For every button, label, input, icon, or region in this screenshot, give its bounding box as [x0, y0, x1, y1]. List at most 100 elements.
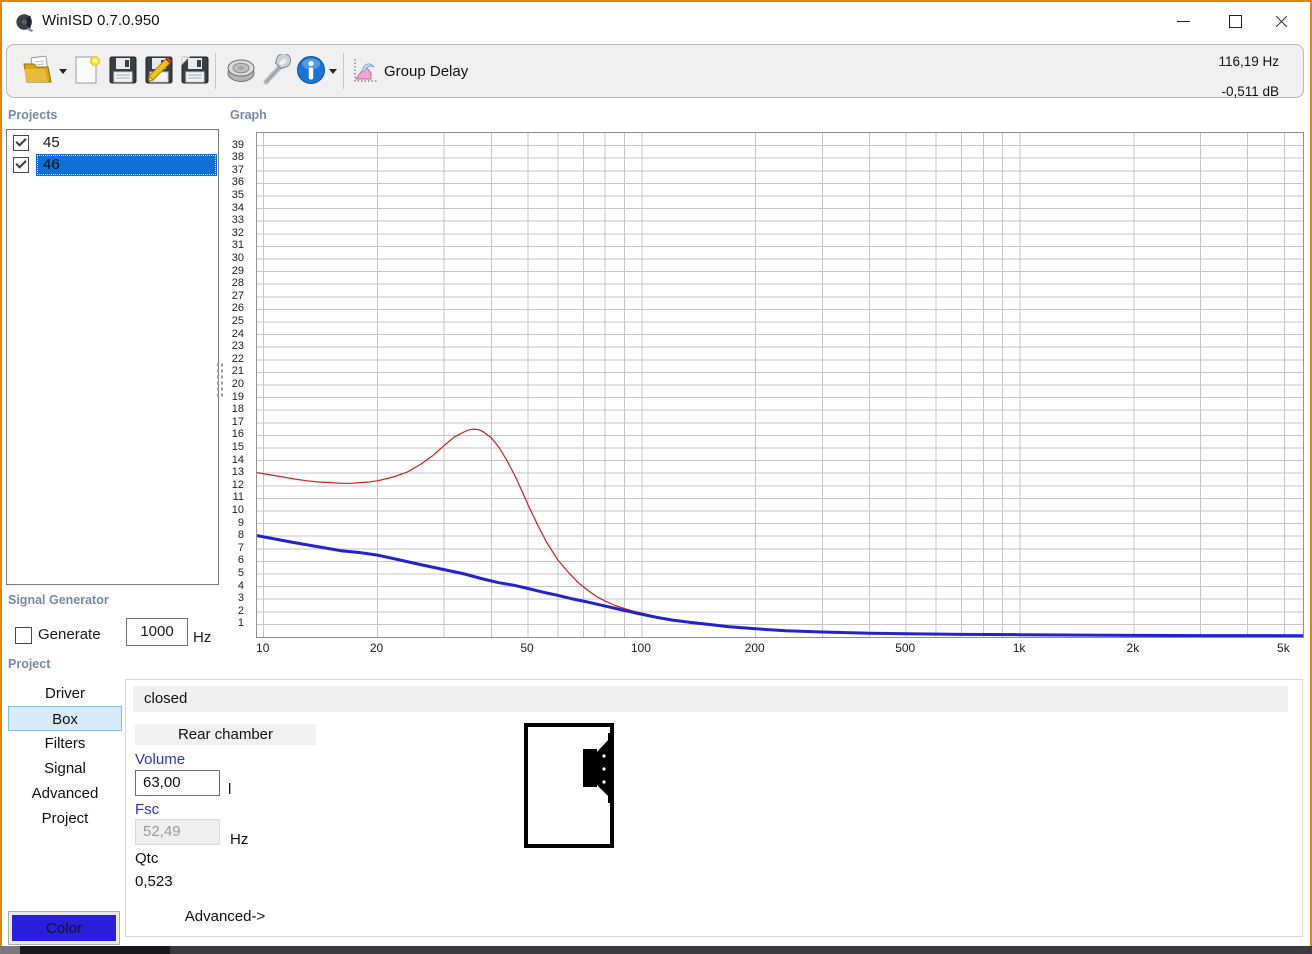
y-tick-label: 3	[237, 592, 244, 605]
save-icon[interactable]	[107, 54, 139, 86]
generate-checkbox[interactable]	[15, 627, 32, 644]
generator-frequency-input[interactable]: 1000	[126, 618, 188, 646]
x-tick-label: 100	[630, 641, 651, 655]
y-tick-label: 10	[231, 504, 244, 516]
x-tick-label: 50	[520, 641, 534, 655]
y-tick-label: 16	[231, 428, 244, 441]
group-delay-chart[interactable]	[256, 133, 1304, 638]
y-tick-label: 32	[231, 226, 244, 239]
x-tick-label: 5k	[1277, 641, 1290, 655]
edit-icon[interactable]	[143, 54, 175, 86]
open-dropdown-arrow[interactable]	[59, 69, 67, 74]
y-tick-label: 14	[231, 453, 244, 466]
generate-checkbox-label[interactable]: Generate	[38, 626, 101, 643]
box-type-header[interactable]: closed	[133, 686, 1288, 712]
x-axis-ticks: 10 20 50 100 200 500 1k 2k 5k	[256, 641, 1304, 659]
y-tick-label: 27	[231, 289, 244, 302]
y-tick-label: 17	[231, 415, 244, 428]
tab-box[interactable]: Box	[8, 706, 122, 731]
x-tick-label: 2k	[1126, 641, 1140, 655]
enclosure-diagram	[524, 723, 614, 848]
y-tick-label: 5	[237, 567, 244, 579]
fsc-unit: Hz	[230, 831, 249, 848]
tab-filters[interactable]: Filters	[8, 731, 122, 756]
close-button[interactable]	[1258, 2, 1304, 40]
driver-database-icon[interactable]	[225, 54, 257, 86]
project-list-item[interactable]: 45	[7, 132, 218, 154]
y-tick-label: 38	[231, 151, 244, 164]
tab-project[interactable]: Project	[8, 806, 122, 831]
box-tab-panel	[125, 679, 1303, 937]
x-tick-label: 10	[256, 641, 270, 655]
tab-signal[interactable]: Signal	[8, 756, 122, 781]
graph-section-label: Graph	[230, 108, 267, 122]
window-title: WinISD 0.7.0.950	[42, 12, 160, 29]
project-list-item[interactable]: 46	[7, 154, 218, 176]
y-tick-label: 2	[237, 604, 244, 617]
y-tick-label: 11	[232, 491, 244, 504]
info-dropdown-arrow[interactable]	[329, 69, 337, 74]
volume-unit: l	[228, 781, 232, 798]
project-item-label[interactable]: 46	[36, 154, 217, 176]
y-tick-label: 7	[237, 541, 244, 554]
open-project-icon[interactable]	[21, 54, 53, 86]
y-tick-label: 35	[231, 189, 244, 201]
y-tick-label: 30	[231, 252, 244, 264]
y-tick-label: 33	[231, 214, 244, 227]
about-info-icon[interactable]	[295, 54, 327, 86]
project-checkbox[interactable]	[13, 135, 29, 151]
y-tick-label: 15	[231, 441, 244, 453]
toolbar-separator	[215, 53, 216, 89]
y-tick-label: 29	[231, 264, 244, 277]
tab-advanced[interactable]: Advanced	[8, 781, 122, 806]
y-tick-label: 21	[231, 365, 244, 378]
project-item-label[interactable]: 45	[36, 132, 217, 154]
volume-input[interactable]: 63,00	[135, 770, 220, 796]
y-tick-label: 13	[231, 466, 244, 479]
project-checkbox[interactable]	[13, 157, 29, 173]
x-tick-label: 20	[369, 641, 384, 655]
y-tick-label: 8	[237, 529, 244, 542]
main-toolbar: Group Delay 116,19 Hz -0,511 dB	[6, 44, 1304, 99]
projects-section-label: Projects	[8, 108, 58, 122]
y-tick-label: 4	[237, 579, 244, 592]
minimize-icon	[1177, 21, 1190, 22]
volume-label: Volume	[135, 751, 186, 768]
signal-generator-label: Signal Generator	[8, 593, 109, 607]
y-tick-label: 6	[237, 554, 244, 567]
cursor-level-readout: -0,511 dB	[1221, 84, 1279, 99]
y-tick-label: 26	[231, 302, 244, 315]
y-tick-label: 36	[231, 176, 244, 189]
group-delay-button[interactable]: Group Delay	[384, 45, 468, 99]
maximize-button[interactable]	[1212, 2, 1258, 40]
taskbar-edge-segment	[0, 946, 20, 954]
options-wrench-icon[interactable]	[259, 54, 291, 86]
generator-frequency-unit: Hz	[193, 629, 212, 646]
new-project-icon[interactable]	[71, 54, 103, 86]
x-tick-label: 500	[895, 641, 916, 655]
taskbar-edge-segment	[20, 946, 170, 954]
y-tick-label: 23	[231, 340, 244, 353]
y-tick-label: 19	[231, 390, 244, 403]
x-tick-label: 1k	[1012, 641, 1026, 655]
y-tick-label: 20	[231, 378, 244, 390]
fsc-label: Fsc	[135, 801, 160, 818]
y-tick-label: 9	[237, 516, 244, 529]
app-speaker-icon	[16, 14, 34, 33]
title-bar[interactable]: WinISD 0.7.0.950	[2, 2, 1310, 40]
tab-driver[interactable]: Driver	[8, 681, 122, 706]
winisd-window: WinISD 0.7.0.950 Group Delay 116,19 Hz -…	[0, 0, 1312, 954]
color-button-swatch[interactable]: Color	[12, 915, 116, 941]
cursor-frequency-readout: 116,19 Hz	[1218, 54, 1279, 69]
minimize-button[interactable]	[1160, 2, 1206, 40]
maximize-icon	[1229, 15, 1242, 28]
color-button[interactable]: Color	[8, 911, 120, 945]
taskbar-edge	[0, 946, 1312, 954]
group-delay-plot[interactable]	[256, 132, 1304, 638]
advanced-button[interactable]: Advanced->	[135, 908, 315, 925]
y-tick-label: 25	[231, 315, 244, 327]
projects-list[interactable]: 45 46	[6, 129, 219, 585]
group-delay-chart-icon[interactable]	[351, 57, 379, 85]
save-as-icon[interactable]	[179, 54, 211, 86]
rear-chamber-button[interactable]: Rear chamber	[135, 724, 316, 745]
